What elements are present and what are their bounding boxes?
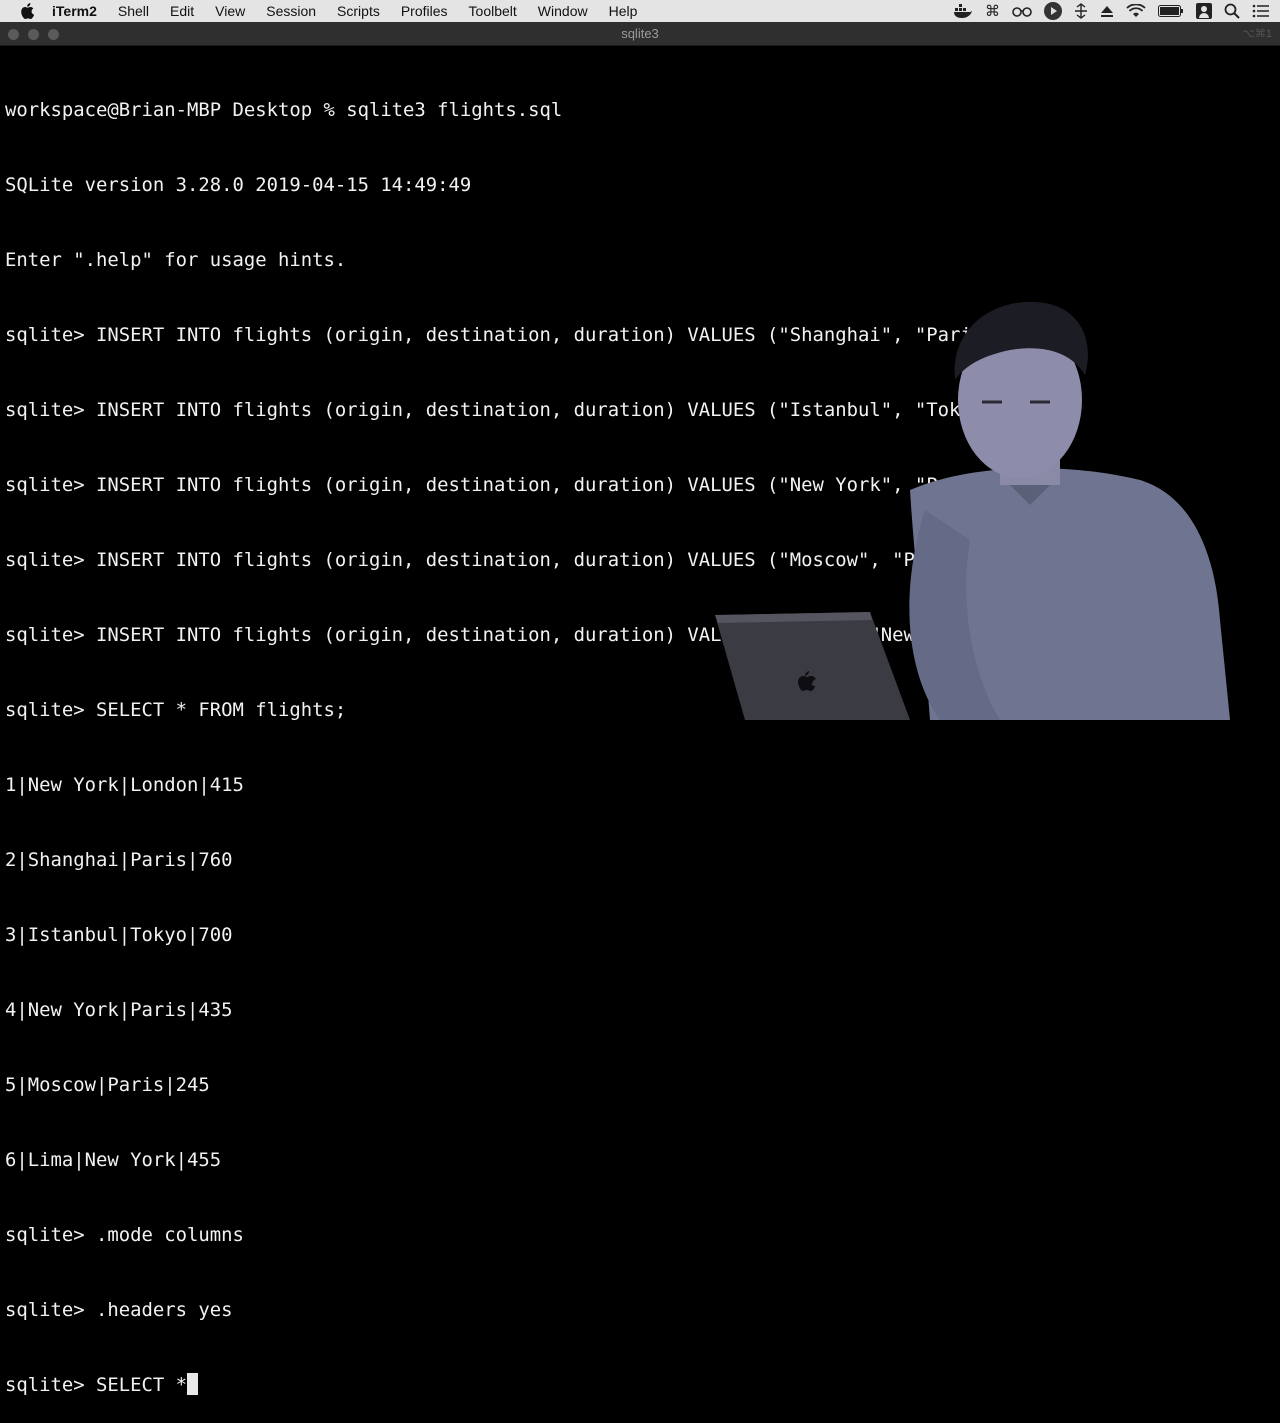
presenter-video-overlay	[715, 301, 1230, 720]
glasses-icon[interactable]	[1012, 0, 1032, 22]
terminal-current-input: sqlite> SELECT *	[5, 1374, 187, 1396]
terminal-line: SQLite version 3.28.0 2019-04-15 14:49:4…	[5, 174, 472, 196]
terminal-line: workspace@Brian-MBP Desktop % sqlite3 fl…	[5, 99, 563, 121]
play-icon[interactable]	[1044, 0, 1062, 22]
terminal-line: sqlite> .headers yes	[5, 1299, 233, 1321]
terminal-line: 5|Moscow|Paris|245	[5, 1074, 210, 1096]
menu-toolbelt[interactable]: Toolbelt	[469, 0, 517, 22]
menu-help[interactable]: Help	[609, 0, 638, 22]
list-icon[interactable]	[1252, 0, 1270, 22]
menu-bar: iTerm2 Shell Edit View Session Scripts P…	[0, 0, 1280, 22]
menu-profiles[interactable]: Profiles	[401, 0, 448, 22]
terminal-line: 3|Istanbul|Tokyo|700	[5, 924, 233, 946]
menu-edit[interactable]: Edit	[170, 0, 194, 22]
search-icon[interactable]	[1224, 0, 1240, 22]
apple-menu-icon[interactable]	[20, 3, 38, 19]
text-cursor	[186, 1373, 198, 1395]
terminal-line: 1|New York|London|415	[5, 774, 244, 796]
user-icon[interactable]	[1196, 0, 1212, 22]
terminal-line: 4|New York|Paris|435	[5, 999, 233, 1021]
window-title-bar: sqlite3 ⌥⌘1	[0, 22, 1280, 46]
docker-icon[interactable]	[953, 0, 973, 22]
laptop-icon	[715, 612, 910, 720]
terminal-line: 2|Shanghai|Paris|760	[5, 849, 233, 871]
menu-scripts[interactable]: Scripts	[337, 0, 380, 22]
scroll-icon[interactable]	[1074, 0, 1088, 22]
terminal-line: Enter ".help" for usage hints.	[5, 249, 347, 271]
terminal-output[interactable]: workspace@Brian-MBP Desktop % sqlite3 fl…	[5, 48, 1275, 1423]
wifi-icon[interactable]	[1126, 0, 1146, 22]
menu-iterm2[interactable]: iTerm2	[52, 0, 97, 22]
menu-view[interactable]: View	[215, 0, 245, 22]
terminal-line: sqlite> .mode columns	[5, 1224, 244, 1246]
menu-window[interactable]: Window	[538, 0, 588, 22]
status-icons: ⌘	[941, 0, 1270, 22]
menu-session[interactable]: Session	[266, 0, 316, 22]
eject-icon[interactable]	[1100, 0, 1114, 22]
window-shortcut: ⌥⌘1	[1242, 28, 1272, 40]
window-title: sqlite3	[621, 26, 659, 41]
menu-shell[interactable]: Shell	[118, 0, 149, 22]
terminal-line: 6|Lima|New York|455	[5, 1149, 222, 1171]
battery-icon[interactable]	[1158, 0, 1184, 22]
command-icon[interactable]: ⌘	[985, 0, 1000, 22]
terminal-input-line[interactable]: sqlite> SELECT *	[5, 1373, 1275, 1398]
